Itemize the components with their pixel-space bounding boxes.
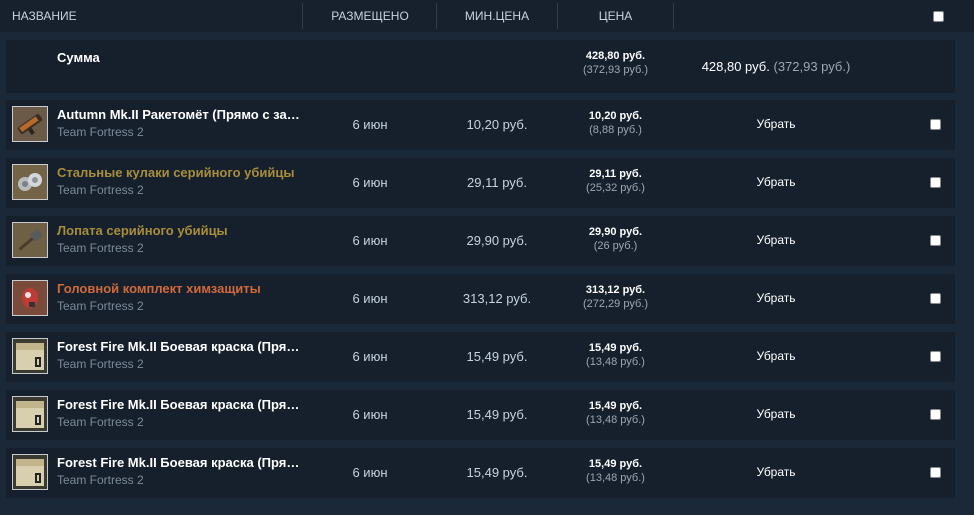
listing-price: 15,49 руб. xyxy=(588,342,643,354)
column-divider xyxy=(302,3,303,29)
listing-row: Forest Fire Mk.II Боевая краска (Прямо с… xyxy=(6,332,955,382)
market-listings-page: НАЗВАНИЕ РАЗМЕЩЕНО МИН.ЦЕНА ЦЕНА Сумма 4… xyxy=(0,0,974,515)
listing-row: Forest Fire Mk.II Боевая краска (Прямо с… xyxy=(6,390,955,440)
sum-row: Сумма 428,80 руб. (372,93 руб.) 428,80 р… xyxy=(6,40,955,93)
min-price: 313,12 руб. xyxy=(462,291,532,306)
steel-fists-icon[interactable] xyxy=(12,164,48,200)
listing-select-checkbox[interactable] xyxy=(930,235,941,246)
listing-select-checkbox[interactable] xyxy=(930,119,941,130)
listed-date: 6 июн xyxy=(352,407,388,422)
listing-price-cell: 15,49 руб. (13,48 руб.) xyxy=(558,399,673,427)
listed-date: 6 июн xyxy=(352,465,388,480)
listings-table-header: НАЗВАНИЕ РАЗМЕЩЕНО МИН.ЦЕНА ЦЕНА xyxy=(0,0,974,32)
listing-price-without-fee: (13,48 руб.) xyxy=(586,414,645,426)
listing-price-cell: 15,49 руб. (13,48 руб.) xyxy=(558,457,673,485)
sum-label: Сумма xyxy=(57,50,100,65)
listing-price: 15,49 руб. xyxy=(588,458,643,470)
remove-listing-button[interactable]: Убрать xyxy=(726,349,826,363)
min-price: 15,49 руб. xyxy=(466,349,528,364)
min-price: 15,49 руб. xyxy=(466,407,528,422)
listing-price: 313,12 руб. xyxy=(585,284,646,296)
listing-row: Forest Fire Mk.II Боевая краска (Прямо с… xyxy=(6,448,955,498)
listing-row: Стальные кулаки серийного убийцы Team Fo… xyxy=(6,158,955,208)
item-name[interactable]: Стальные кулаки серийного убийцы xyxy=(57,165,302,180)
column-header-min-price[interactable]: МИН.ЦЕНА xyxy=(437,0,557,32)
listing-price: 15,49 руб. xyxy=(588,400,643,412)
min-price: 10,20 руб. xyxy=(466,117,528,132)
item-game: Team Fortress 2 xyxy=(57,473,144,487)
listing-price-cell: 29,90 руб. (26 руб.) xyxy=(558,225,673,253)
item-name[interactable]: Autumn Mk.II Ракетомёт (Прямо с завода) xyxy=(57,107,302,122)
listing-price-cell: 29,11 руб. (25,32 руб.) xyxy=(558,167,673,195)
item-game: Team Fortress 2 xyxy=(57,125,144,139)
min-price: 15,49 руб. xyxy=(466,465,528,480)
listing-price-without-fee: (13,48 руб.) xyxy=(586,356,645,368)
hazmat-headcase-icon[interactable] xyxy=(12,280,48,316)
remove-listing-button[interactable]: Убрать xyxy=(726,407,826,421)
remove-listing-button[interactable]: Убрать xyxy=(726,465,826,479)
listing-price-cell: 10,20 руб. (8,88 руб.) xyxy=(558,109,673,137)
item-name[interactable]: Головной комплект химзащиты xyxy=(57,281,302,296)
listed-date: 6 июн xyxy=(352,349,388,364)
select-all-checkbox[interactable] xyxy=(933,11,944,22)
listing-price: 29,90 руб. xyxy=(588,226,643,238)
column-divider xyxy=(673,3,674,29)
listing-price-cell: 313,12 руб. (272,29 руб.) xyxy=(558,283,673,311)
item-game: Team Fortress 2 xyxy=(57,299,144,313)
item-name[interactable]: Forest Fire Mk.II Боевая краска (Прямо с… xyxy=(57,455,302,470)
listing-select-checkbox[interactable] xyxy=(930,467,941,478)
war-paint-icon[interactable] xyxy=(12,338,48,374)
listed-date: 6 июн xyxy=(352,291,388,306)
listing-row: Autumn Mk.II Ракетомёт (Прямо с завода) … xyxy=(6,100,955,150)
listing-price-without-fee: (25,32 руб.) xyxy=(586,182,645,194)
remove-listing-button[interactable]: Убрать xyxy=(726,233,826,247)
war-paint-icon[interactable] xyxy=(12,454,48,490)
listing-select-checkbox[interactable] xyxy=(930,177,941,188)
item-game: Team Fortress 2 xyxy=(57,183,144,197)
item-game: Team Fortress 2 xyxy=(57,357,144,371)
item-name[interactable]: Forest Fire Mk.II Боевая краска (Прямо с… xyxy=(57,339,302,354)
item-game: Team Fortress 2 xyxy=(57,241,144,255)
item-name[interactable]: Лопата серийного убийцы xyxy=(57,223,302,238)
listing-row: Лопата серийного убийцы Team Fortress 2 … xyxy=(6,216,955,266)
remove-listing-button[interactable]: Убрать xyxy=(726,175,826,189)
column-header-price[interactable]: ЦЕНА xyxy=(558,0,673,32)
listing-price-without-fee: (272,29 руб.) xyxy=(582,298,648,310)
war-paint-icon[interactable] xyxy=(12,396,48,432)
listing-price-without-fee: (8,88 руб.) xyxy=(589,124,642,136)
sum-total: 428,80 руб. (372,93 руб.) xyxy=(646,59,906,74)
min-price: 29,11 руб. xyxy=(467,175,527,190)
listing-price: 10,20 руб. xyxy=(588,110,643,122)
remove-listing-button[interactable]: Убрать xyxy=(726,117,826,131)
listed-date: 6 июн xyxy=(352,175,388,190)
item-name[interactable]: Forest Fire Mk.II Боевая краска (Прямо с… xyxy=(57,397,302,412)
listing-row: Головной комплект химзащиты Team Fortres… xyxy=(6,274,955,324)
listing-price-without-fee: (13,48 руб.) xyxy=(586,472,645,484)
listing-select-checkbox[interactable] xyxy=(930,351,941,362)
listing-price-without-fee: (26 руб.) xyxy=(593,240,638,252)
listing-price-cell: 15,49 руб. (13,48 руб.) xyxy=(558,341,673,369)
remove-listing-button[interactable]: Убрать xyxy=(726,291,826,305)
shovel-icon[interactable] xyxy=(12,222,48,258)
listed-date: 6 июн xyxy=(352,117,388,132)
sum-total-without-fee: (372,93 руб.) xyxy=(773,59,851,74)
rocket-launcher-icon[interactable] xyxy=(12,106,48,142)
column-header-name[interactable]: НАЗВАНИЕ xyxy=(12,0,77,32)
listed-date: 6 июн xyxy=(352,233,388,248)
item-game: Team Fortress 2 xyxy=(57,415,144,429)
listing-select-checkbox[interactable] xyxy=(930,409,941,420)
listing-price: 29,11 руб. xyxy=(589,168,642,180)
listing-select-checkbox[interactable] xyxy=(930,293,941,304)
sum-total-price: 428,80 руб. xyxy=(701,59,770,74)
column-header-listed[interactable]: РАЗМЕЩЕНО xyxy=(304,0,436,32)
min-price: 29,90 руб. xyxy=(466,233,528,248)
